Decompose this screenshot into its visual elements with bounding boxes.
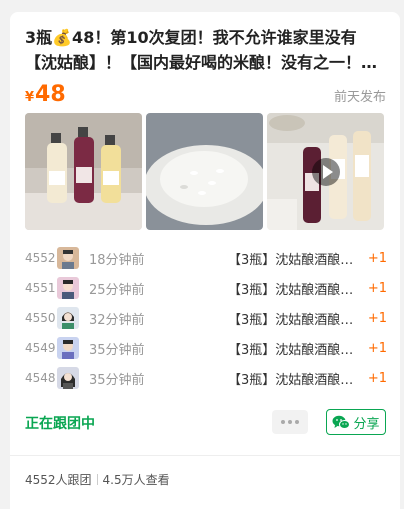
order-list: 4552 18分钟前 【3瓶】沈姑酿酒酿饮品 +1 4551 25分钟前 【3瓶… xyxy=(25,243,387,393)
share-button[interactable]: 分享 xyxy=(326,409,386,435)
wechat-icon xyxy=(332,415,351,429)
order-item: 【3瓶】沈姑酿酒酿饮品 xyxy=(228,312,360,328)
order-item: 【3瓶】沈姑酿酒酿饮品 xyxy=(228,282,360,298)
order-time: 18分钟前 xyxy=(89,252,145,268)
list-item[interactable]: 4551 25分钟前 【3瓶】沈姑酿酒酿饮品 +1 xyxy=(25,273,387,303)
dot-icon xyxy=(295,420,299,424)
list-item[interactable]: 4552 18分钟前 【3瓶】沈姑酿酒酿饮品 +1 xyxy=(25,243,387,273)
avatar xyxy=(57,367,79,389)
avatar xyxy=(57,337,79,359)
order-item: 【3瓶】沈姑酿酒酿饮品 xyxy=(228,372,360,388)
price: ¥ 48 xyxy=(25,82,66,107)
order-number: 4548 xyxy=(25,371,56,385)
order-number: 4549 xyxy=(25,341,56,355)
order-number: 4552 xyxy=(25,251,56,265)
avatar xyxy=(57,277,79,299)
order-quantity: +1 xyxy=(367,340,387,356)
order-quantity: +1 xyxy=(367,370,387,386)
order-time: 35分钟前 xyxy=(89,372,145,388)
joined-count: 4552人跟团 xyxy=(25,473,92,487)
order-time: 25分钟前 xyxy=(89,282,145,298)
divider xyxy=(96,474,98,485)
more-button[interactable] xyxy=(272,410,308,434)
post-title[interactable]: 3瓶💰48！第10次复团！我不允许谁家里没有【沈姑酿】！【国内最好喝的米酿！没有… xyxy=(25,25,387,75)
list-item[interactable]: 4548 35分钟前 【3瓶】沈姑酿酒酿饮品 +1 xyxy=(25,363,387,393)
order-quantity: +1 xyxy=(367,310,387,326)
price-symbol: ¥ xyxy=(25,90,35,105)
following-status[interactable]: 正在跟团中 xyxy=(25,413,95,433)
dot-icon xyxy=(281,420,285,424)
order-number: 4550 xyxy=(25,311,56,325)
avatar xyxy=(57,307,79,329)
rice-photo[interactable] xyxy=(146,113,263,230)
dot-icon xyxy=(288,420,292,424)
stats-bar: 4552人跟团 4.5万人查看 xyxy=(25,471,170,488)
video-thumbnail[interactable] xyxy=(267,113,384,230)
order-quantity: +1 xyxy=(367,250,387,266)
list-item[interactable]: 4550 32分钟前 【3瓶】沈姑酿酒酿饮品 +1 xyxy=(25,303,387,333)
bottles-photo[interactable] xyxy=(25,113,142,230)
divider xyxy=(10,455,400,456)
order-time: 32分钟前 xyxy=(89,312,145,328)
group-buy-card[interactable]: 3瓶💰48！第10次复团！我不允许谁家里没有【沈姑酿】！【国内最好喝的米酿！没有… xyxy=(10,12,400,509)
price-value: 48 xyxy=(35,82,66,107)
list-item[interactable]: 4549 35分钟前 【3瓶】沈姑酿酒酿饮品 +1 xyxy=(25,333,387,363)
share-label: 分享 xyxy=(353,416,380,432)
play-icon[interactable] xyxy=(312,158,340,186)
order-number: 4551 xyxy=(25,281,56,295)
order-item: 【3瓶】沈姑酿酒酿饮品 xyxy=(228,342,360,358)
image-gallery xyxy=(25,113,384,230)
order-quantity: +1 xyxy=(367,280,387,296)
order-item: 【3瓶】沈姑酿酒酿饮品 xyxy=(228,252,360,268)
avatar xyxy=(57,247,79,269)
view-count: 4.5万人查看 xyxy=(102,473,170,487)
posted-time: 前天发布 xyxy=(333,90,386,105)
order-time: 35分钟前 xyxy=(89,342,145,358)
